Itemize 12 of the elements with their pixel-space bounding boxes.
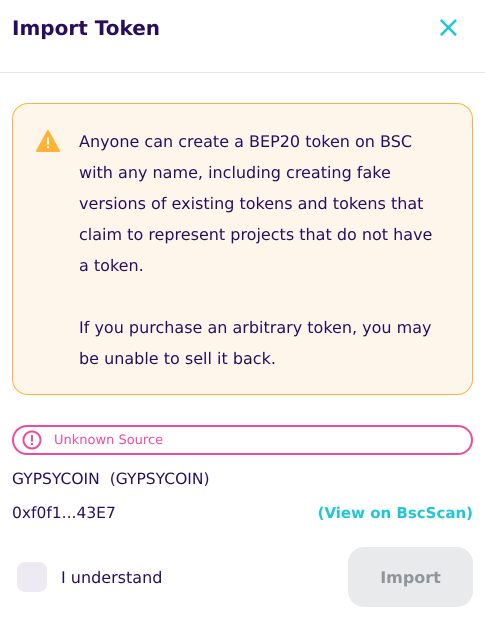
warning-text: Anyone can create a BEP20 token on BSC with any name, including creating fake versions of existing tokens and tokens that claim to represent projects that do not have a token. — [79, 131, 434, 277]
badge-label: Unknown Source — [54, 432, 164, 448]
token-name: GYPSYCOIN — [12, 470, 100, 488]
view-on-explorer-link[interactable]: (View on BscScan) — [318, 504, 473, 522]
window-title: Import Token — [12, 16, 160, 40]
warning-text: If you purchase an arbitrary token, you may be unable to sell it back. — [79, 317, 433, 370]
token-symbol: (GYPSYCOIN) — [110, 470, 210, 488]
checkbox-label: I understand — [61, 568, 162, 586]
alert-icon — [22, 430, 42, 450]
token-address: 0xf0f1...43E7 — [12, 504, 116, 522]
warning-icon — [36, 130, 60, 152]
close-button[interactable]: × — [436, 13, 461, 43]
